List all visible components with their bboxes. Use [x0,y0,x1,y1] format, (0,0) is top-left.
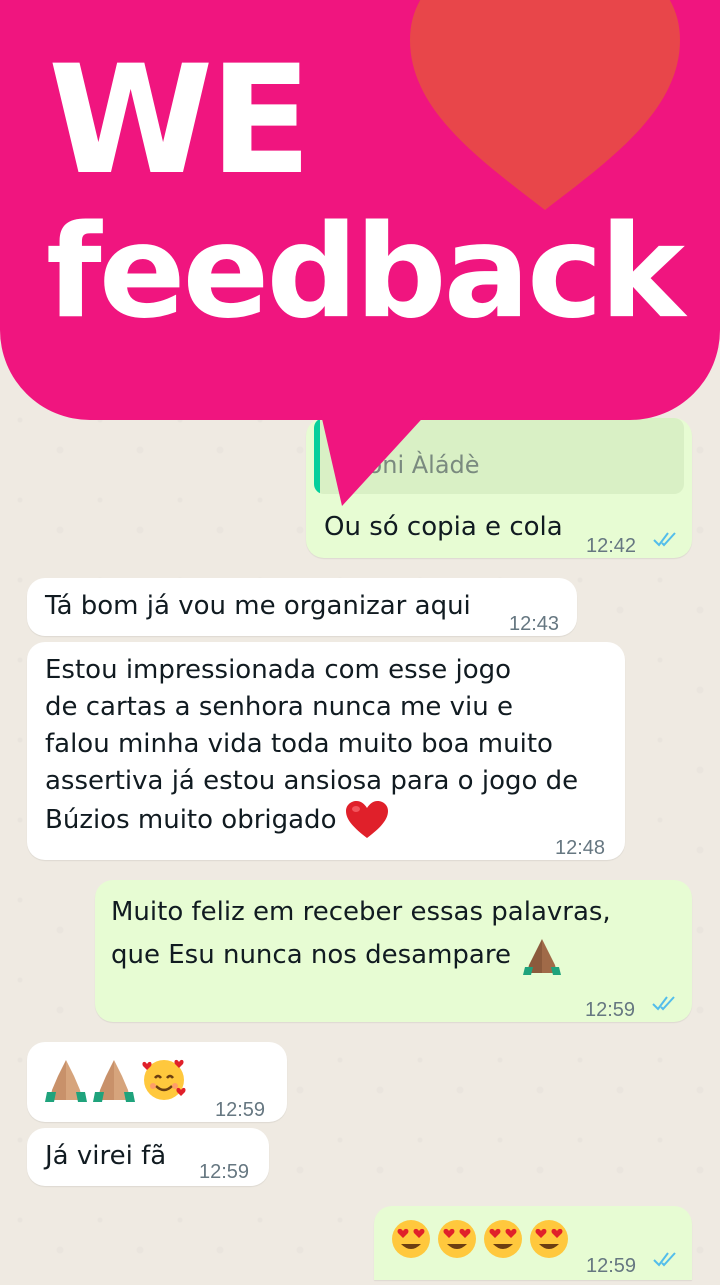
message-time: 12:59 [585,999,636,1021]
message-text-line: Estou impressionada com esse jogo [45,655,512,685]
message-text: Ou só copia e cola [324,512,563,542]
heart-eyes-icon [530,1220,568,1258]
folded-hands-icon [93,1060,135,1102]
message-time: 12:59 [199,1161,250,1183]
message-bubble-incoming[interactable]: Já virei fã 12:59 [27,1128,269,1186]
message-text-line: Muito feliz em receber essas palavras, [111,897,611,927]
banner-title-line1: WE [48,34,312,208]
read-ticks-icon [653,1252,676,1267]
heart-icon [410,0,680,210]
message-time: 12:48 [555,837,606,859]
heart-eyes-icon [392,1220,430,1258]
read-ticks-icon [652,996,675,1011]
speech-bubble-tail [320,410,430,506]
message-text-line: falou minha vida toda muito boa muito [45,729,553,759]
message-time: 12:42 [586,535,637,557]
message-time: 12:59 [215,1099,266,1121]
message-bubble-incoming[interactable]: 12:59 [27,1042,287,1122]
message-bubble-outgoing[interactable]: 12:59 [374,1206,692,1280]
folded-hands-icon [45,1060,87,1102]
message-time: 12:43 [509,613,560,635]
heart-eyes-icon [438,1220,476,1258]
read-ticks-icon [653,532,676,547]
message-bubble-incoming[interactable]: Estou impressionada com esse jogo de car… [27,642,625,860]
message-time: 12:59 [586,1255,637,1277]
message-text: Tá bom já vou me organizar aqui [45,591,471,621]
folded-hands-icon [522,939,561,975]
message-text-line: Búzios muito obrigado [45,804,337,835]
smiling-face-with-hearts-icon [142,1059,186,1100]
message-text: Já virei fã [45,1141,167,1171]
banner-title-line2: feedback [46,198,685,347]
message-bubble-incoming[interactable]: Tá bom já vou me organizar aqui 12:43 [27,578,577,636]
red-heart-icon [346,801,389,838]
heart-eyes-icon [484,1220,522,1258]
message-text-line: assertiva já estou ansiosa para o jogo d… [45,766,579,796]
we-feedback-banner: WE feedback [0,0,720,420]
message-text-line: de cartas a senhora nunca me viu e [45,692,513,722]
message-bubble-outgoing[interactable]: Muito feliz em receber essas palavras, q… [95,880,692,1022]
message-text-line: que Esu nunca nos desampare [111,939,511,970]
